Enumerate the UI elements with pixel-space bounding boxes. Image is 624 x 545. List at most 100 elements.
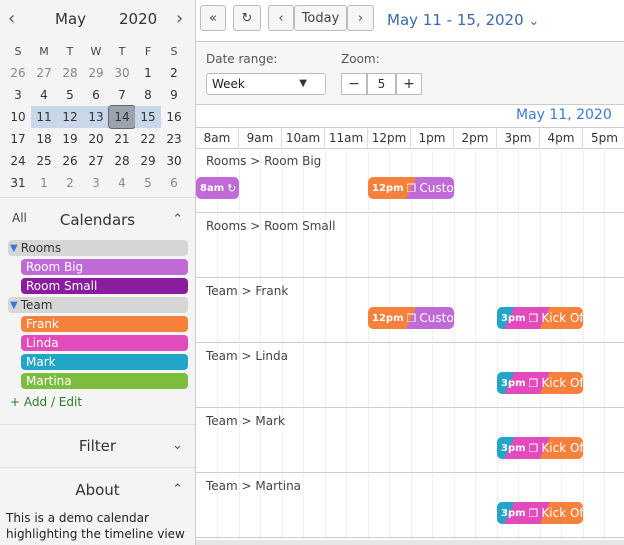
add-edit-calendars-link[interactable]: + Add / Edit: [10, 395, 82, 409]
date-range-title[interactable]: May 11 - 15, 2020 ⌄: [387, 11, 539, 29]
week-row: 17 18 19 20 21 22 23: [5, 128, 191, 150]
chevron-down-icon[interactable]: ⌄: [172, 438, 183, 453]
day-cell[interactable]: 7: [109, 84, 135, 106]
day-cell[interactable]: 5: [57, 84, 83, 106]
day-cell[interactable]: 2: [161, 62, 187, 84]
day-cell[interactable]: 6: [161, 172, 187, 194]
week-row: 26 27 28 29 30 1 2: [5, 62, 191, 84]
day-cell[interactable]: 31: [5, 172, 31, 194]
day-cell[interactable]: 22: [135, 128, 161, 150]
chevron-right-icon[interactable]: ›: [347, 5, 374, 31]
chevron-left-icon[interactable]: ‹: [268, 5, 294, 31]
day-cell[interactable]: 3: [5, 84, 31, 106]
timeline-row[interactable]: Rooms > Room Small: [196, 213, 624, 278]
copy-icon: ❐: [528, 441, 539, 455]
timeline-row[interactable]: Rooms > Room Big 8am ↻ 12pm ❐ Custom: [196, 148, 624, 213]
calendar-item-mark[interactable]: Mark: [21, 354, 188, 370]
day-cell[interactable]: 24: [5, 150, 31, 172]
about-section-header[interactable]: About ⌃: [0, 474, 195, 504]
day-cell[interactable]: 3: [83, 172, 109, 194]
day-cell[interactable]: 1: [135, 62, 161, 84]
calendar-item-linda[interactable]: Linda: [21, 335, 188, 351]
day-cell[interactable]: 5: [135, 172, 161, 194]
calendars-section-header[interactable]: Calendars ⌃: [0, 204, 195, 234]
day-cell[interactable]: 25: [31, 150, 57, 172]
calendar-item-room-big[interactable]: Room Big: [21, 259, 188, 275]
day-cell-today[interactable]: 14: [108, 105, 136, 129]
event-time: 3pm: [501, 377, 526, 389]
today-button[interactable]: Today: [294, 5, 347, 31]
day-cell[interactable]: 20: [83, 128, 109, 150]
calendar-item-frank[interactable]: Frank: [21, 316, 188, 332]
day-cell[interactable]: 4: [31, 84, 57, 106]
event[interactable]: 12pm ❐ Custom: [368, 307, 454, 329]
day-cell[interactable]: 26: [57, 150, 83, 172]
day-cell[interactable]: 2: [57, 172, 83, 194]
calendar-item-room-small[interactable]: Room Small: [21, 278, 188, 294]
caret-down-icon[interactable]: ▼: [10, 300, 18, 311]
event[interactable]: 3pm ❐ Kick Off: [497, 307, 583, 329]
hour-label: 8am: [196, 128, 239, 148]
day-cell[interactable]: 4: [109, 172, 135, 194]
date-range-text: May 11 - 15, 2020: [387, 11, 524, 29]
zoom-value[interactable]: 5: [367, 73, 396, 95]
day-cell[interactable]: 10: [5, 106, 31, 128]
calendar-group-team[interactable]: ▼ Team: [8, 297, 188, 313]
date-range-select[interactable]: Week ▼: [206, 73, 326, 95]
calendar-item-martina[interactable]: Martina: [21, 373, 188, 389]
zoom-plus-button[interactable]: +: [396, 73, 422, 95]
day-cell[interactable]: 9: [161, 84, 187, 106]
caret-down-icon[interactable]: ▼: [10, 243, 18, 254]
day-cell[interactable]: 8: [135, 84, 161, 106]
toolbar: « ↻ ‹ Today › May 11 - 15, 2020 ⌄: [1, 0, 624, 40]
day-cell[interactable]: 6: [83, 84, 109, 106]
day-cell[interactable]: 17: [5, 128, 31, 150]
day-cell-selected[interactable]: 12: [57, 106, 83, 128]
day-cell[interactable]: 16: [161, 106, 187, 128]
day-cell[interactable]: 21: [109, 128, 135, 150]
timeline-row[interactable]: Team > Mark 3pm ❐ Kick Off: [196, 408, 624, 473]
refresh-icon[interactable]: ↻: [233, 5, 261, 31]
date-range-value: Week: [212, 77, 245, 91]
horizontal-scrollbar[interactable]: [196, 540, 624, 545]
day-cell-selected[interactable]: 15: [135, 106, 161, 128]
day-cell-selected[interactable]: 11: [31, 106, 57, 128]
zoom-minus-button[interactable]: −: [341, 73, 367, 95]
about-title: About: [75, 481, 120, 499]
day-cell[interactable]: 1: [31, 172, 57, 194]
caret-down-icon: ▼: [299, 78, 307, 89]
day-cell[interactable]: 19: [57, 128, 83, 150]
hour-label: 1pm: [411, 128, 454, 148]
chevron-up-icon[interactable]: ⌃: [172, 482, 183, 497]
event[interactable]: 12pm ❐ Custom: [368, 177, 454, 199]
day-cell[interactable]: 30: [161, 150, 187, 172]
day-cell[interactable]: 29: [83, 62, 109, 84]
calendar-group-rooms[interactable]: ▼ Rooms: [8, 240, 188, 256]
timeline-row[interactable]: Team > Martina 3pm ❐ Kick Off: [196, 473, 624, 538]
day-cell[interactable]: 29: [135, 150, 161, 172]
filter-section-header[interactable]: Filter ⌄: [0, 430, 195, 460]
day-cell[interactable]: 27: [83, 150, 109, 172]
hour-header: 8am 9am 10am 11am 12pm 1pm 2pm 3pm 4pm 5…: [196, 127, 624, 149]
chevron-up-icon[interactable]: ⌃: [172, 212, 183, 227]
about-text: This is a demo calendar highlighting the…: [6, 511, 185, 541]
event-time: 8am: [200, 182, 225, 194]
day-cell[interactable]: 18: [31, 128, 57, 150]
double-chevron-left-icon[interactable]: «: [200, 5, 226, 31]
copy-icon: ❐: [528, 311, 539, 325]
day-cell[interactable]: 27: [31, 62, 57, 84]
event[interactable]: 3pm ❐ Kick Off: [497, 502, 583, 524]
event[interactable]: 8am ↻: [196, 177, 239, 199]
timeline-row[interactable]: Team > Frank 12pm ❐ Custom 3pm ❐ Kick Of…: [196, 278, 624, 343]
day-cell[interactable]: 26: [5, 62, 31, 84]
hour-label: 4pm: [540, 128, 583, 148]
event[interactable]: 3pm ❐ Kick Off: [497, 372, 583, 394]
day-cell[interactable]: 28: [109, 150, 135, 172]
day-cell[interactable]: 23: [161, 128, 187, 150]
event[interactable]: 3pm ❐ Kick Off: [497, 437, 583, 459]
timeline-row[interactable]: Team > Linda 3pm ❐ Kick Off: [196, 343, 624, 408]
day-cell[interactable]: 28: [57, 62, 83, 84]
day-cell[interactable]: 30: [109, 62, 135, 84]
timeline-panel: « ↻ ‹ Today › May 11 - 15, 2020 ⌄ Date r…: [195, 0, 624, 545]
day-cell-selected[interactable]: 13: [83, 106, 109, 128]
